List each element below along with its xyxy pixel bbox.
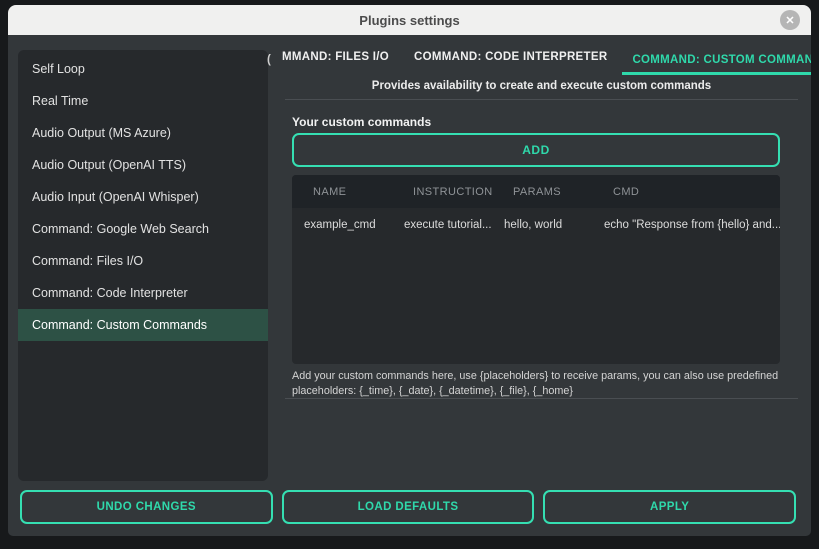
tab-command-files-io[interactable]: MMAND: FILES I/O [272, 46, 399, 75]
divider [285, 99, 798, 100]
footer-buttons: UNDO CHANGES LOAD DEFAULTS APPLY [20, 490, 797, 524]
cell-name[interactable]: example_cmd [292, 219, 392, 231]
window-title: Plugins settings [359, 12, 460, 28]
help-text: Add your custom commands here, use {plac… [292, 370, 779, 397]
tab-command-code-interpreter[interactable]: COMMAND: CODE INTERPRETER [404, 46, 617, 75]
column-header-name: NAME [313, 185, 347, 198]
cell-params[interactable]: hello, world [492, 219, 592, 231]
add-button[interactable]: ADD [292, 133, 780, 167]
section-label: Your custom commands [292, 115, 432, 129]
divider [285, 398, 798, 399]
sidebar-item-real-time[interactable]: Real Time [18, 85, 268, 117]
titlebar: Plugins settings ✕ [8, 5, 811, 35]
sidebar-item-command-google-web-search[interactable]: Command: Google Web Search [18, 213, 268, 245]
load-defaults-button[interactable]: LOAD DEFAULTS [281, 490, 535, 524]
column-header-params: PARAMS [513, 185, 562, 198]
sidebar-item-audio-input-openai-whisper[interactable]: Audio Input (OpenAI Whisper) [18, 181, 268, 213]
plugins-settings-dialog: Plugins settings ✕ Self Loop Real Time A… [8, 5, 811, 536]
column-header-instruction: INSTRUCTION [413, 185, 492, 198]
tab-command-custom-commands[interactable]: COMMAND: CUSTOM COMMANDS [622, 48, 811, 75]
cell-instruction[interactable]: execute tutorial... [392, 219, 492, 231]
custom-commands-table: NAME INSTRUCTION PARAMS CMD example_cmd … [292, 175, 780, 364]
sidebar-item-command-files-io[interactable]: Command: Files I/O [18, 245, 268, 277]
close-icon[interactable]: ✕ [780, 10, 800, 30]
sidebar-item-audio-output-ms-azure[interactable]: Audio Output (MS Azure) [18, 117, 268, 149]
table-row[interactable]: example_cmd execute tutorial... hello, w… [292, 208, 780, 241]
plugin-list: Self Loop Real Time Audio Output (MS Azu… [18, 50, 268, 481]
undo-changes-button[interactable]: UNDO CHANGES [20, 490, 273, 524]
table-header-row: NAME INSTRUCTION PARAMS CMD [292, 175, 780, 208]
sidebar-item-command-custom-commands[interactable]: Command: Custom Commands [18, 309, 268, 341]
sidebar-item-command-code-interpreter[interactable]: Command: Code Interpreter [18, 277, 268, 309]
apply-button[interactable]: APPLY [543, 490, 797, 524]
sidebar-item-self-loop[interactable]: Self Loop [18, 53, 268, 85]
cell-cmd[interactable]: echo "Response from {hello} and... [592, 219, 780, 231]
column-header-cmd: CMD [613, 185, 640, 198]
sidebar-item-audio-output-openai-tts[interactable]: Audio Output (OpenAI TTS) [18, 149, 268, 181]
plugin-description: Provides availability to create and exec… [371, 80, 712, 92]
tab-bar: ( MMAND: FILES I/O COMMAND: CODE INTERPR… [267, 46, 811, 75]
